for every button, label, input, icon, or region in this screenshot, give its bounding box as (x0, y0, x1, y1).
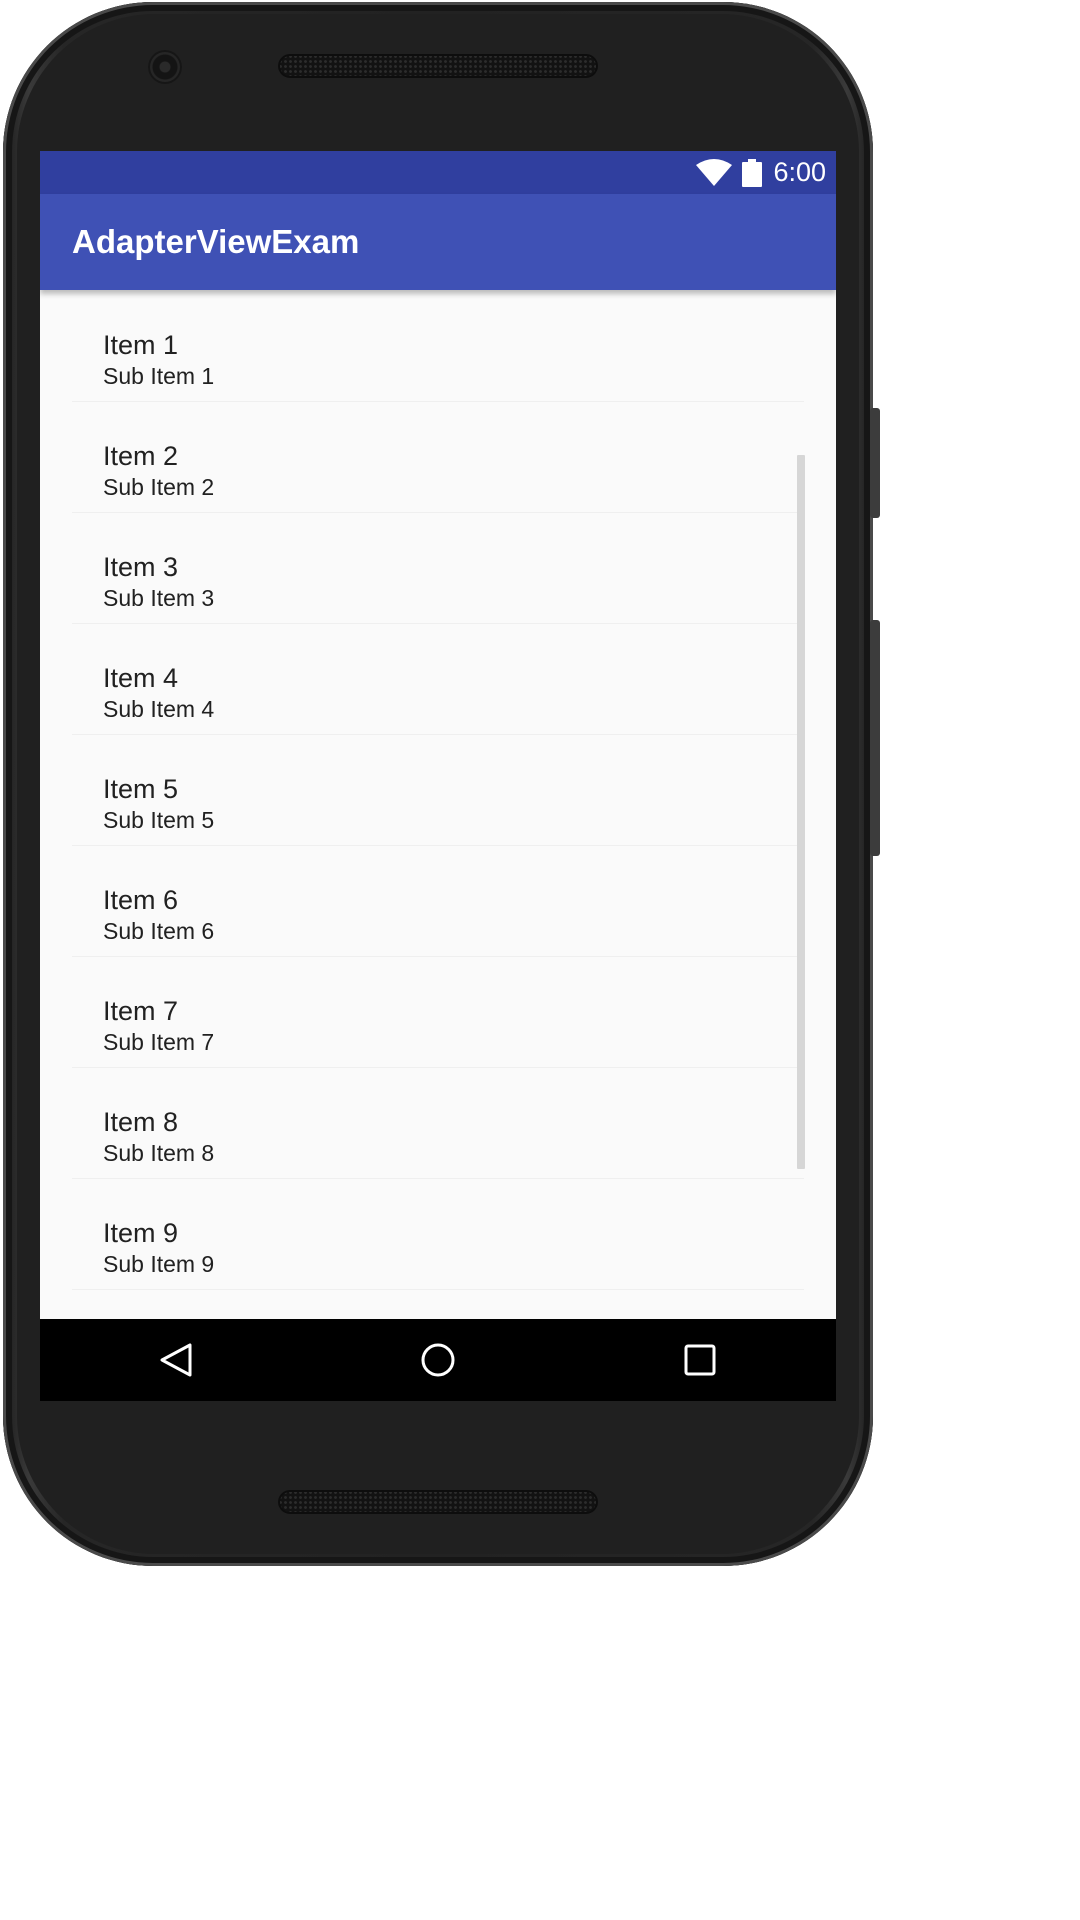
list-item-subtitle: Sub Item 5 (103, 807, 215, 833)
recents-button[interactable] (650, 1319, 750, 1401)
home-button[interactable] (388, 1319, 488, 1401)
bottom-speaker-grille (278, 1490, 598, 1514)
list-item-subtitle: Sub Item 9 (103, 1251, 215, 1277)
volume-rocker[interactable] (870, 620, 880, 856)
list-item[interactable]: Item 2 Sub Item 2 (72, 401, 804, 513)
list-item-subtitle: Sub Item 8 (103, 1140, 215, 1166)
back-button[interactable] (126, 1319, 226, 1401)
list-item-subtitle: Sub Item 6 (103, 918, 215, 944)
list-item[interactable]: Item 7 Sub Item 7 (72, 956, 804, 1068)
list-item-title: Item 5 (103, 774, 179, 804)
list-item[interactable]: Item 6 Sub Item 6 (72, 845, 804, 957)
status-bar: 6:00 (40, 151, 836, 194)
list-item-title: Item 9 (103, 1218, 179, 1248)
list-item[interactable]: Item 9 Sub Item 9 (72, 1178, 804, 1290)
list-item-title: Item 6 (103, 885, 179, 915)
list-item-title: Item 4 (103, 663, 179, 693)
list-item[interactable]: Item 3 Sub Item 3 (72, 512, 804, 624)
list-item-subtitle: Sub Item 2 (103, 474, 215, 500)
app-title: AdapterViewExam (72, 223, 360, 260)
list-item-subtitle: Sub Item 1 (103, 363, 215, 389)
list-item[interactable]: Item 1 Sub Item 1 (72, 290, 804, 402)
list-item[interactable]: Item 8 Sub Item 8 (72, 1067, 804, 1179)
front-camera (148, 50, 182, 84)
status-clock: 6:00 (773, 157, 826, 187)
list-view[interactable]: Item 1 Sub Item 1 Item 2 Sub Item 2 Item… (40, 290, 836, 1320)
list-item-subtitle: Sub Item 7 (103, 1029, 215, 1055)
status-icons: 6:00 (695, 151, 826, 194)
list-item[interactable]: Item 5 Sub Item 5 (72, 734, 804, 846)
navigation-bar (40, 1319, 836, 1401)
list-item-title: Item 2 (103, 441, 179, 471)
list-item-title: Item 3 (103, 552, 179, 582)
list-item-title: Item 8 (103, 1107, 179, 1137)
back-icon (160, 1343, 192, 1377)
list-scrollbar[interactable] (797, 455, 805, 1169)
recents-icon (684, 1344, 716, 1376)
wifi-icon (696, 158, 733, 186)
list-item[interactable]: Item 4 Sub Item 4 (72, 623, 804, 735)
battery-icon (742, 158, 763, 187)
list-item-subtitle: Sub Item 3 (103, 585, 215, 611)
app-bar: AdapterViewExam (40, 194, 836, 290)
top-speaker-grille (278, 54, 598, 78)
list-item-title: Item 7 (103, 996, 179, 1026)
list-item-subtitle: Sub Item 4 (103, 696, 215, 722)
device-frame: 6:00 AdapterViewExam Item 1 Sub Item 1 I… (0, 0, 890, 1568)
home-icon (421, 1343, 455, 1377)
power-button[interactable] (870, 408, 880, 518)
screen: 6:00 AdapterViewExam Item 1 Sub Item 1 I… (40, 151, 836, 1401)
list-item-title: Item 1 (103, 330, 179, 360)
